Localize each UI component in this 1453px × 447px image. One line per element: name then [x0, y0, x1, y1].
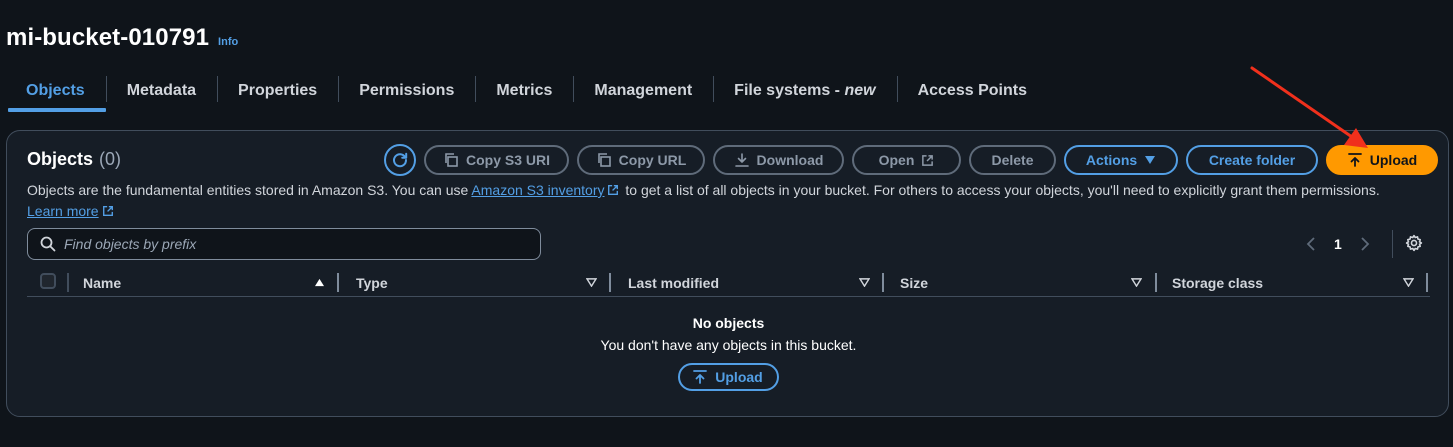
external-link-icon [922, 154, 934, 166]
create-folder-label: Create folder [1208, 152, 1296, 168]
sort-icon[interactable] [586, 278, 597, 287]
upload-label: Upload [1369, 152, 1418, 168]
tab-management[interactable]: Management [573, 68, 713, 114]
search-box [27, 228, 541, 260]
info-link[interactable]: Info [218, 36, 238, 48]
create-folder-button[interactable]: Create folder [1186, 145, 1318, 175]
actions-label: Actions [1085, 152, 1138, 168]
sort-icon[interactable] [1403, 278, 1414, 287]
objects-header: Objects (0) [27, 149, 121, 170]
delete-label: Delete [991, 152, 1034, 168]
tab-properties[interactable]: Properties [217, 68, 338, 114]
caret-down-icon [1145, 156, 1156, 164]
description-text-continued: to get a list of all objects in your buc… [621, 182, 1380, 198]
upload-icon [693, 370, 708, 384]
inventory-link[interactable]: Amazon S3 inventory [471, 182, 604, 198]
column-storage-class[interactable]: Storage class [1172, 269, 1263, 296]
empty-state-title: No objects [692, 315, 765, 331]
actions-dropdown[interactable]: Actions [1064, 145, 1178, 175]
upload-button[interactable]: Upload [1326, 145, 1438, 175]
column-size[interactable]: Size [900, 269, 928, 296]
empty-state: No objects You don't have any objects in… [27, 315, 1430, 391]
empty-upload-label: Upload [715, 369, 763, 385]
select-all-checkbox[interactable] [40, 273, 56, 289]
delete-button[interactable]: Delete [969, 145, 1056, 175]
external-link-icon [102, 206, 113, 216]
column-type[interactable]: Type [356, 269, 388, 296]
pagination-divider [1392, 230, 1393, 258]
refresh-icon [393, 152, 408, 168]
copy-s3-uri-label: Copy S3 URI [465, 152, 550, 168]
tab-objects[interactable]: Objects [8, 68, 106, 114]
refresh-button[interactable] [384, 144, 416, 176]
chevron-left-icon[interactable] [1306, 237, 1316, 251]
tab-file-systems-label: File systems - [734, 82, 845, 99]
external-link-icon [608, 185, 619, 195]
copy-icon [597, 153, 611, 167]
open-button[interactable]: Open [852, 145, 961, 175]
current-page[interactable]: 1 [1334, 236, 1342, 252]
empty-state-subtitle: You don't have any objects in this bucke… [600, 337, 857, 353]
sort-icon[interactable] [1131, 278, 1142, 287]
tab-bar: Objects Metadata Properties Permissions … [8, 68, 1048, 114]
objects-panel: Objects (0) Copy S3 URI Copy URL Downloa… [6, 130, 1449, 417]
page-title: mi-bucket-010791 [6, 24, 210, 51]
column-resizer[interactable] [1426, 273, 1428, 292]
tab-permissions[interactable]: Permissions [338, 68, 475, 114]
tab-file-systems[interactable]: File systems - new [713, 68, 896, 114]
tab-metadata[interactable]: Metadata [105, 68, 217, 114]
learn-more-link[interactable]: Learn more [27, 203, 99, 219]
column-divider [67, 273, 69, 292]
tab-access-points[interactable]: Access Points [896, 68, 1048, 114]
column-resizer[interactable] [609, 273, 611, 292]
objects-heading: Objects [27, 149, 94, 169]
download-label: Download [756, 152, 824, 168]
column-last-modified[interactable]: Last modified [628, 269, 719, 296]
search-input[interactable] [64, 236, 524, 252]
upload-icon [1347, 153, 1362, 167]
gear-icon[interactable] [1405, 234, 1423, 252]
objects-description: Objects are the fundamental entities sto… [27, 180, 1427, 222]
download-button[interactable]: Download [713, 145, 844, 175]
copy-url-button[interactable]: Copy URL [577, 145, 705, 175]
search-icon [40, 236, 56, 252]
table-header: Name Type Last modified Size Storage cla… [27, 269, 1430, 297]
column-resizer[interactable] [337, 273, 339, 292]
copy-icon [445, 153, 458, 167]
page-header: mi-bucket-010791 Info [6, 24, 238, 52]
download-icon [734, 153, 749, 167]
column-name[interactable]: Name [83, 269, 121, 296]
new-badge: new [844, 82, 876, 99]
pagination: 1 [1306, 231, 1370, 257]
copy-s3-uri-button[interactable]: Copy S3 URI [424, 145, 569, 175]
chevron-right-icon[interactable] [1360, 237, 1370, 251]
empty-upload-button[interactable]: Upload [678, 363, 779, 391]
column-resizer[interactable] [1155, 273, 1157, 292]
objects-count: (0) [99, 149, 122, 169]
description-text: Objects are the fundamental entities sto… [27, 182, 472, 198]
sort-ascending-icon[interactable] [314, 278, 325, 287]
copy-url-label: Copy URL [618, 152, 687, 168]
objects-toolbar: Copy S3 URI Copy URL Download Open Delet… [384, 144, 1438, 176]
sort-icon[interactable] [859, 278, 870, 287]
column-resizer[interactable] [882, 273, 884, 292]
tab-metrics[interactable]: Metrics [475, 68, 573, 114]
open-label: Open [878, 152, 915, 168]
